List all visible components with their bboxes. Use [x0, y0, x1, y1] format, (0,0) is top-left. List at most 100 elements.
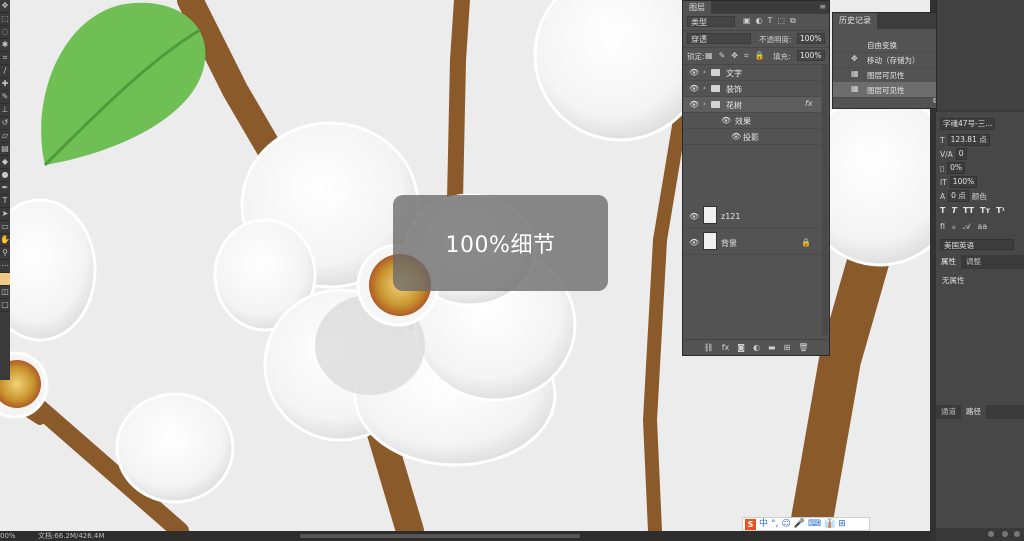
superscript-button[interactable]: T¹ — [996, 206, 1005, 215]
visibility-eye-icon[interactable]: 👁 — [731, 132, 741, 141]
faux-bold-button[interactable]: T — [940, 206, 945, 215]
visibility-eye-icon[interactable]: 👁 — [721, 116, 731, 125]
tab-properties[interactable]: 属性 — [936, 255, 961, 269]
ime-voice-icon[interactable]: 🎤 — [794, 518, 805, 530]
panel-dot-icon[interactable] — [1002, 531, 1008, 537]
lock-position-icon[interactable]: ✥ — [731, 51, 738, 61]
healing-brush-icon[interactable]: ✚ — [0, 78, 10, 91]
smart-filter-icon[interactable]: ⧉ — [790, 16, 796, 26]
move-tool-icon[interactable]: ✥ — [0, 0, 10, 13]
fx-badge[interactable]: fx — [805, 99, 813, 108]
marquee-tool-icon[interactable]: ⬚ — [0, 13, 10, 26]
panel-dot-icon[interactable] — [988, 531, 994, 537]
document-info[interactable]: 文档:66.2M/426.4M — [38, 531, 104, 541]
tab-layers[interactable]: 图层 — [683, 1, 711, 14]
blur-tool-icon[interactable]: ◆ — [0, 156, 10, 169]
dodge-tool-icon[interactable]: ● — [0, 169, 10, 182]
eyedropper-icon[interactable]: ∕ — [0, 65, 10, 78]
layers-scrollbar[interactable] — [822, 65, 828, 335]
foreground-color-swatch[interactable] — [0, 273, 10, 286]
add-mask-icon[interactable]: ◙ — [737, 343, 745, 352]
vertical-scale-field[interactable]: 100% — [949, 176, 978, 188]
visibility-eye-icon[interactable]: 👁 — [689, 100, 699, 109]
alternates-button[interactable]: aa — [977, 222, 987, 232]
layer-row-flower-tree[interactable]: 👁 › 花树 fx — [683, 97, 821, 113]
link-layers-icon[interactable]: ⛓ — [704, 343, 714, 352]
zoom-level[interactable]: 00% — [0, 531, 16, 541]
tab-history[interactable]: 历史记录 — [833, 13, 877, 29]
ime-keyboard-icon[interactable]: ⌨ — [808, 518, 821, 530]
scale-field[interactable]: 0% — [947, 162, 966, 174]
pixel-filter-icon[interactable]: ▣ — [743, 16, 751, 26]
pen-tool-icon[interactable]: ✒ — [0, 182, 10, 195]
lock-pixels-icon[interactable]: ▦ — [705, 51, 713, 61]
font-family-field[interactable]: 字魂47号-三... — [940, 118, 996, 130]
brush-tool-icon[interactable]: ✎ — [0, 91, 10, 104]
visibility-eye-icon[interactable]: 👁 — [689, 84, 699, 93]
screen-mode-icon[interactable]: ▢ — [0, 299, 10, 312]
zoom-tool-icon[interactable]: ⚲ — [0, 247, 10, 260]
path-select-icon[interactable]: ➤ — [0, 208, 10, 221]
all-caps-button[interactable]: TT — [963, 206, 974, 215]
visibility-eye-icon[interactable]: 👁 — [689, 238, 699, 247]
ime-skin-icon[interactable]: 👔 — [824, 518, 835, 530]
opacity-input[interactable]: 100% — [797, 33, 825, 44]
ime-toolbox-icon[interactable]: ⊞ — [838, 518, 846, 530]
layer-row-text[interactable]: 👁 › 文字 — [683, 65, 821, 81]
horizontal-scrollbar[interactable] — [300, 534, 580, 538]
lock-artboard-icon[interactable]: ⌗ — [744, 51, 749, 61]
more-tools-icon[interactable]: ⋯ — [0, 260, 10, 273]
tab-channels[interactable]: 通道 — [936, 405, 961, 419]
magic-wand-icon[interactable]: ✱ — [0, 39, 10, 52]
kind-filter-select[interactable]: 类型 — [687, 16, 735, 27]
adjustment-filter-icon[interactable]: ◐ — [756, 16, 763, 26]
lock-all-icon[interactable]: 🔒 — [754, 51, 764, 61]
sogou-logo-icon[interactable]: S — [745, 518, 756, 530]
visibility-eye-icon[interactable]: 👁 — [689, 212, 699, 221]
ligature-button[interactable]: fi — [940, 222, 945, 232]
tab-paths[interactable]: 路径 — [961, 405, 986, 419]
expand-chevron-icon[interactable]: › — [703, 84, 706, 92]
gradient-tool-icon[interactable]: ▤ — [0, 143, 10, 156]
stamp-tool-icon[interactable]: ⊥ — [0, 104, 10, 117]
font-size-field[interactable]: 123.81 点 — [947, 134, 990, 146]
quick-mask-icon[interactable]: ◫ — [0, 286, 10, 299]
blend-mode-select[interactable]: 穿透 — [687, 33, 751, 44]
ime-punctuation[interactable]: °, — [771, 518, 778, 530]
history-brush-icon[interactable]: ↺ — [0, 117, 10, 130]
small-caps-button[interactable]: Tт — [980, 206, 990, 215]
new-group-icon[interactable]: ▬ — [768, 343, 776, 352]
crop-tool-icon[interactable]: ⌗ — [0, 52, 10, 65]
type-filter-icon[interactable]: T — [768, 16, 773, 26]
fx-icon[interactable]: fx — [722, 343, 730, 352]
hand-tool-icon[interactable]: ✋ — [0, 234, 10, 247]
expand-chevron-icon[interactable]: › — [703, 100, 706, 108]
baseline-field[interactable]: 0 点 — [948, 190, 969, 202]
layer-row-drop-shadow[interactable]: 👁 投影 — [683, 129, 821, 145]
shape-tool-icon[interactable]: ▭ — [0, 221, 10, 234]
panel-menu-icon[interactable]: ≡ — [819, 2, 826, 11]
language-select[interactable]: 美国英语 — [940, 239, 1014, 250]
layer-row-effects[interactable]: 👁 效果 — [683, 113, 821, 129]
eraser-icon[interactable]: ▱ — [0, 130, 10, 143]
layer-row-background[interactable]: 👁 背景 🔒 — [683, 229, 821, 255]
adjustment-layer-icon[interactable]: ◐ — [753, 343, 760, 352]
lock-paint-icon[interactable]: ✎ — [719, 51, 726, 61]
discretionary-button[interactable]: ℴ — [952, 222, 956, 232]
ime-toolbar[interactable]: S 中 °, ☺ 🎤 ⌨ 👔 ⊞ — [742, 517, 870, 531]
shape-filter-icon[interactable]: ⬚ — [777, 16, 785, 26]
trash-icon[interactable]: 🗑 — [798, 343, 808, 352]
visibility-eye-icon[interactable]: 👁 — [689, 68, 699, 77]
expand-chevron-icon[interactable]: › — [703, 68, 706, 76]
lasso-tool-icon[interactable]: ◌ — [0, 26, 10, 39]
ime-emoji-icon[interactable]: ☺ — [781, 518, 790, 530]
layer-row-z121[interactable]: 👁 z121 — [683, 203, 821, 229]
type-tool-icon[interactable]: T — [0, 195, 10, 208]
swash-button[interactable]: 𝒜 — [963, 222, 971, 232]
faux-italic-button[interactable]: T — [951, 206, 956, 215]
layer-row-decor[interactable]: 👁 › 装饰 — [683, 81, 821, 97]
tracking-field[interactable]: 0 — [955, 148, 967, 160]
new-layer-icon[interactable]: ⊞ — [784, 343, 791, 352]
ime-mode-cn[interactable]: 中 — [759, 518, 768, 530]
tab-adjustments[interactable]: 调整 — [961, 255, 986, 269]
